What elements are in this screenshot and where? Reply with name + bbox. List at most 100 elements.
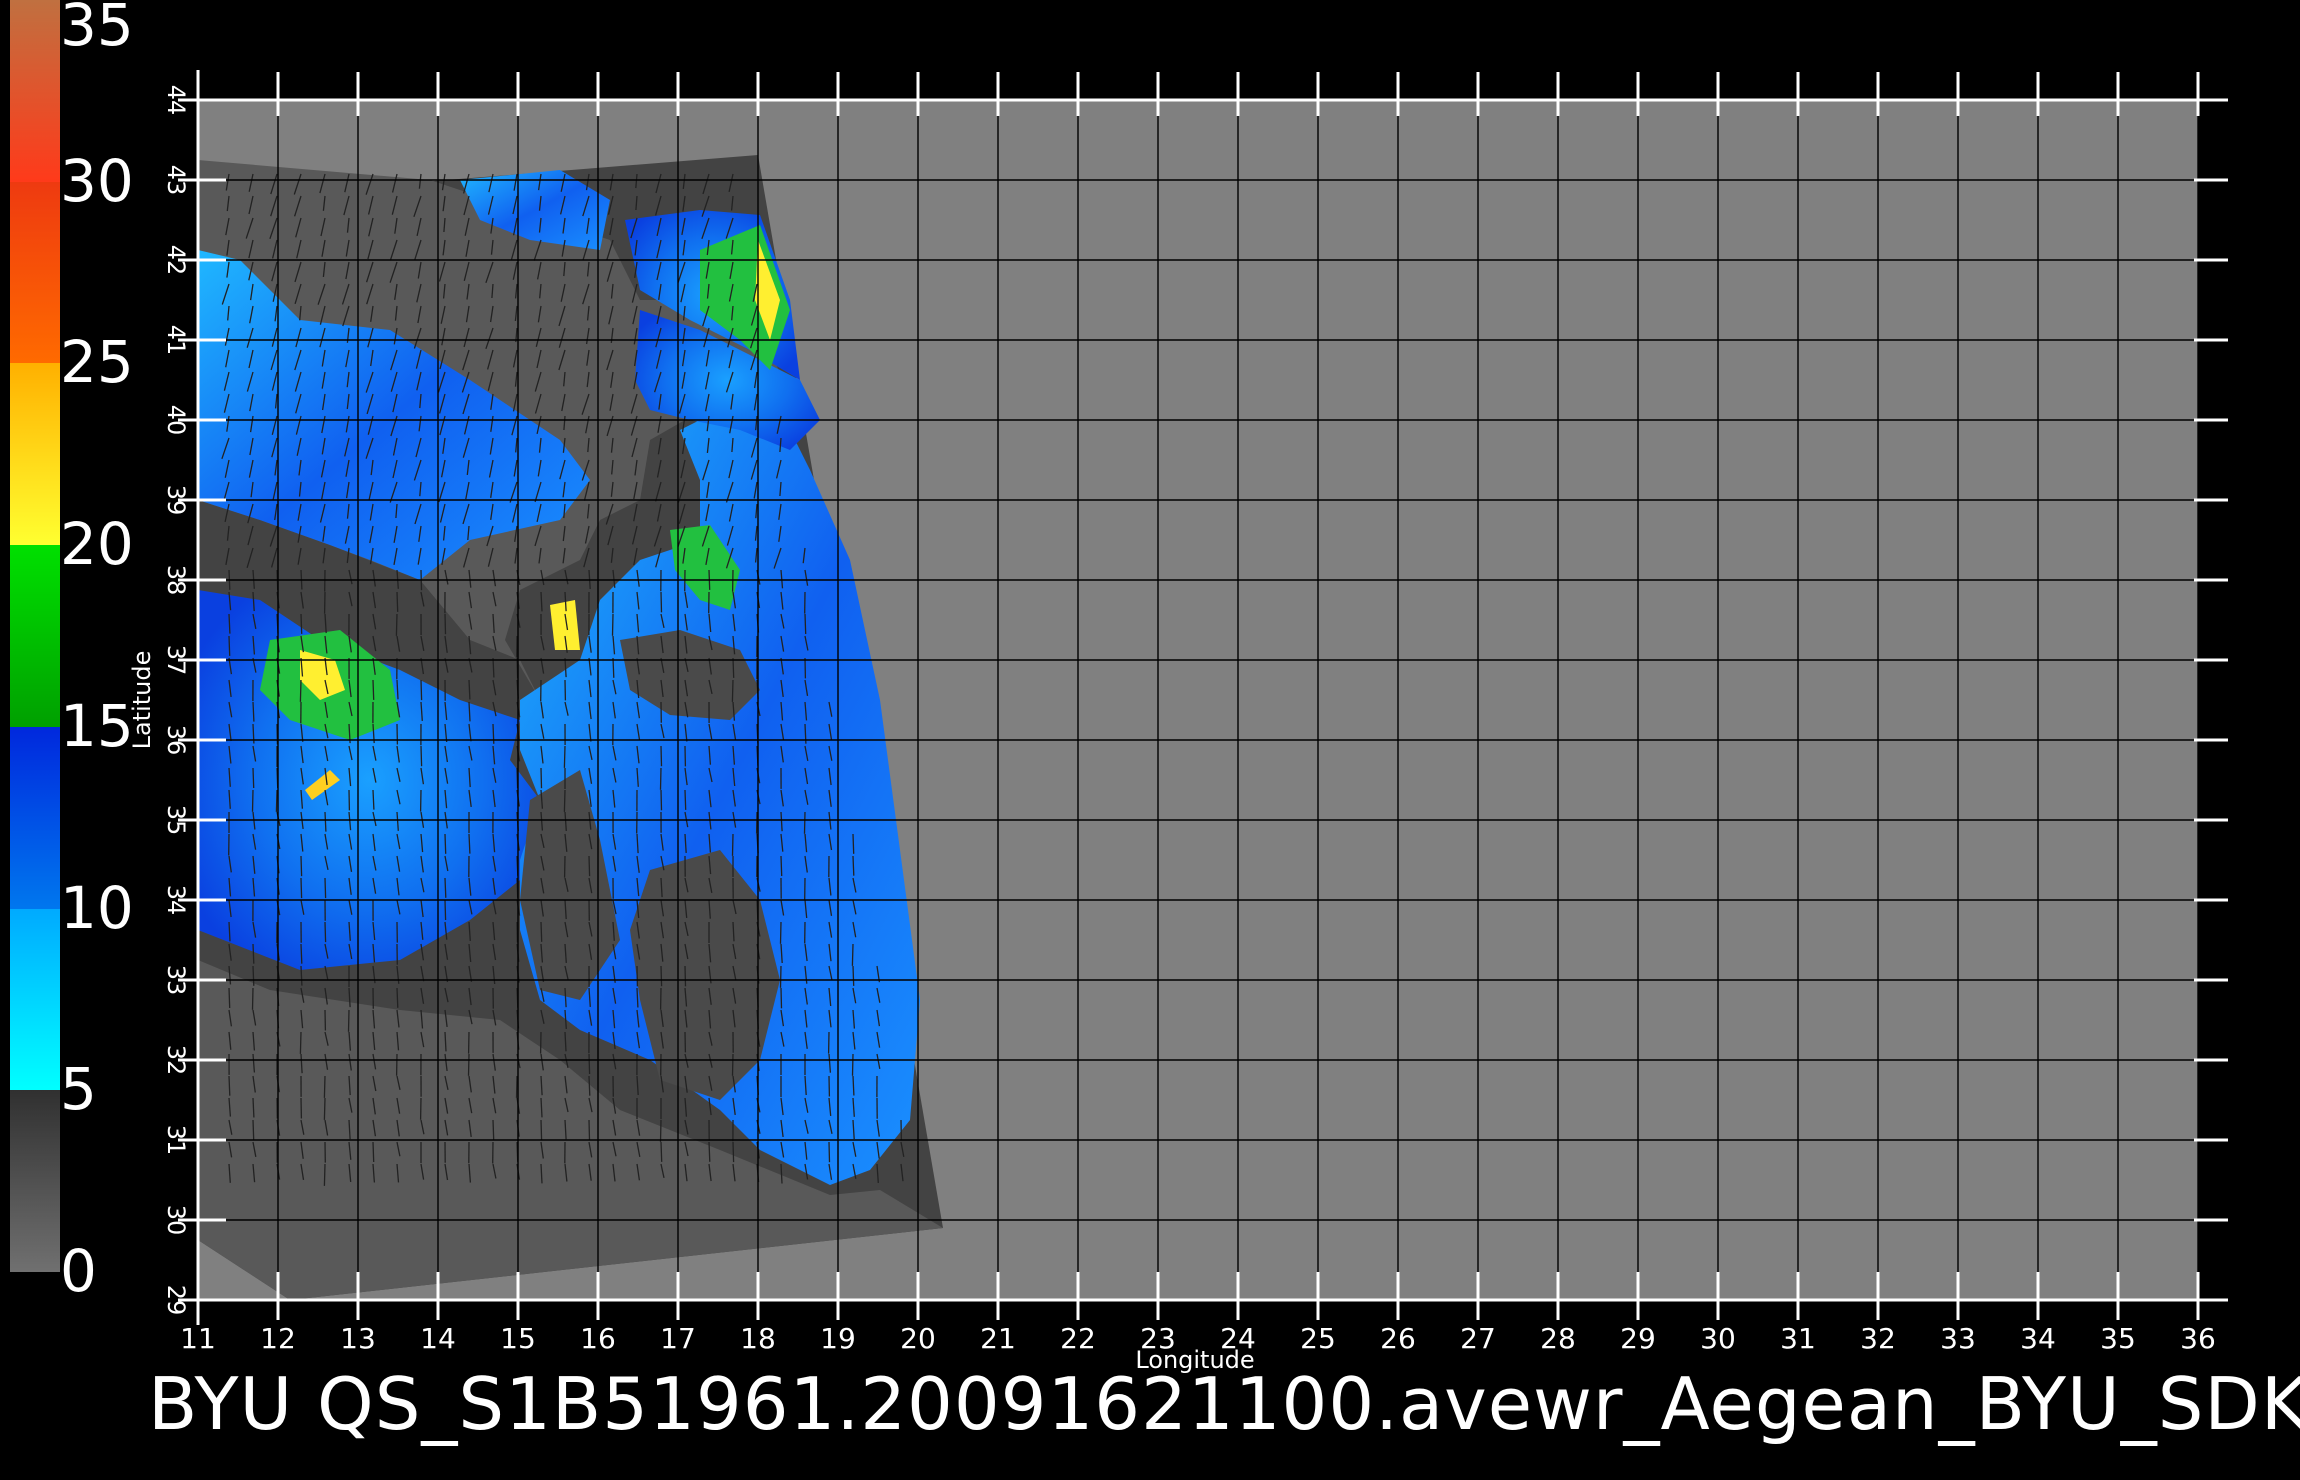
wind-vector [684,965,687,987]
wind-vector [299,1031,302,1054]
wind-vector [852,1075,855,1096]
wind-vector [588,855,591,877]
x-tick-label: 33 [1940,1322,1976,1355]
wind-vector [636,987,639,1008]
wind-vector [851,943,854,966]
wind-vector [732,1141,735,1163]
x-tick-label: 36 [2180,1322,2216,1355]
x-tick-label: 22 [1060,1322,1096,1355]
wind-vector [851,1053,854,1076]
wind-vector [396,987,399,1008]
wind-vector [540,921,543,942]
wind-vector [252,1119,255,1141]
wind-vector [228,1075,231,1096]
wind-vector [347,1009,350,1032]
wind-vector [228,613,231,634]
wind-vector [420,679,423,701]
wind-vector [324,921,327,943]
wind-vector [731,679,734,702]
x-tick-label: 29 [1620,1322,1656,1355]
x-tick-label: 18 [740,1322,776,1355]
wind-vector [779,965,782,988]
y-tick-label: 44 [162,85,190,116]
wind-vector [444,899,447,921]
y-tick-label: 40 [162,405,190,436]
x-tick-label: 20 [900,1322,936,1355]
y-tick-label: 30 [162,1205,190,1236]
wind-vector [252,943,255,964]
wind-vector [660,591,663,613]
y-tick-label: 34 [162,885,190,916]
wind-vector [300,613,303,634]
wind-vector [588,1075,591,1096]
wind-vector [540,767,543,789]
x-tick-label: 14 [420,1322,456,1355]
wind-vector [611,613,614,636]
wind-vector [300,965,303,986]
wind-vector [660,1141,663,1162]
wind-vector [396,591,399,612]
x-tick-label: 28 [1540,1322,1576,1355]
wind-vector [252,1097,255,1118]
y-tick-label: 36 [162,725,190,756]
high-wind-spot [550,600,580,650]
wind-vector [467,1053,470,1076]
map-plot: 11 12 13 14 15 16 17 18 19 20 21 22 23 24 25 26 27 28 29 30… [128,70,2228,1374]
x-tick-label: 34 [2020,1322,2056,1355]
wind-vector [804,723,807,744]
x-tick-label: 30 [1700,1322,1736,1355]
wind-vector [659,767,662,790]
wind-vector [492,1119,495,1140]
wind-vector [420,745,423,767]
wind-vector [804,613,807,635]
wind-vector [852,833,855,854]
wind-vector [779,921,782,944]
wind-vector [803,811,806,834]
wind-vector [731,1053,734,1076]
wind-vector [563,789,566,812]
wind-vector [468,833,471,854]
wind-vector [684,789,687,810]
y-tick-label: 41 [162,325,190,356]
wind-vector [324,877,327,899]
wind-vector [588,1053,591,1075]
wind-vector [275,789,278,812]
wind-vector [852,965,855,986]
wind-vector [563,745,566,768]
y-tick-label: 43 [162,165,190,196]
y-tick-label: 31 [162,1125,190,1156]
x-tick-label: 25 [1300,1322,1336,1355]
wind-vector [228,987,231,1009]
wind-vector [300,855,303,877]
wind-vector [372,789,375,810]
wind-vector [659,1119,662,1142]
x-tick-label: 21 [980,1322,1016,1355]
wind-vector [588,1119,591,1141]
wind-vector [612,657,615,678]
x-tick-label: 11 [180,1322,216,1355]
wind-vector [660,965,663,987]
y-tick-label: 38 [162,565,190,596]
wind-vector [252,767,255,789]
wind-vector [660,789,663,811]
wind-vector [300,877,303,899]
y-tick-label: 33 [162,965,190,996]
wind-vector [780,987,783,1009]
wind-vector [299,679,302,702]
wind-vector [444,613,447,635]
wind-vector [468,679,471,700]
x-tick-label: 13 [340,1322,376,1355]
wind-vector [492,723,495,744]
y-axis-title: Latitude [128,651,156,750]
y-tick-label: 37 [162,645,190,676]
y-tick-label: 42 [162,245,190,276]
wind-vector [444,833,447,854]
footer-title: BYU QS_S1B51961.20091621100.avewr_Aegean… [148,1362,2300,1446]
wind-vector [852,855,855,876]
wind-vector [372,679,375,700]
wind-vector [395,613,398,636]
wind-vector [444,877,447,898]
y-tick-label: 29 [162,1285,190,1316]
x-tick-label: 19 [820,1322,856,1355]
y-tick-label: 32 [162,1045,190,1076]
